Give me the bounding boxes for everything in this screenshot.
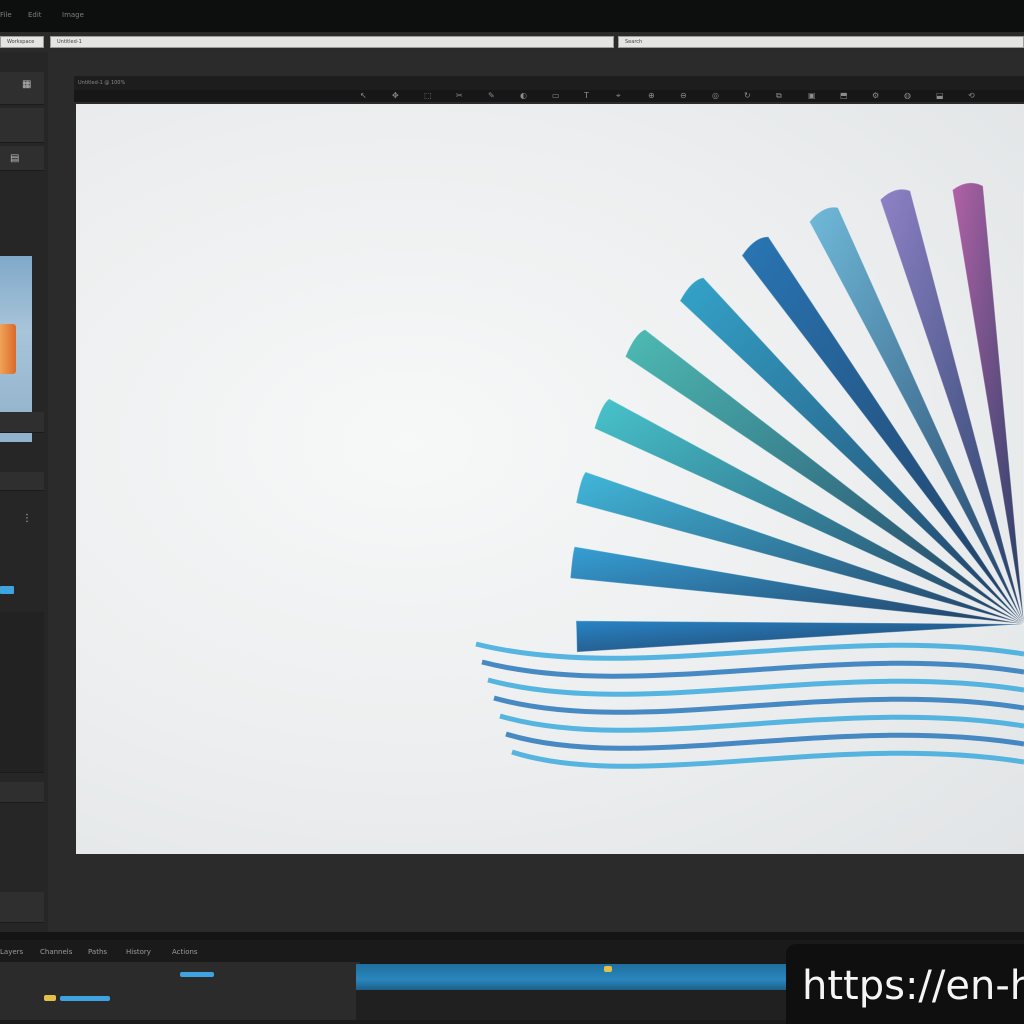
paper-edge-line	[499, 713, 1024, 733]
timeline-track[interactable]	[356, 964, 796, 990]
dock-progress	[60, 996, 110, 1001]
toolbar-tool-icon[interactable]: ⬚	[424, 91, 432, 101]
dock-tab-paths[interactable]: Paths	[88, 946, 107, 958]
menu-image[interactable]: Image	[62, 10, 84, 20]
toolbar-tool-icon[interactable]: ▣	[808, 91, 816, 101]
menu-bar: File Edit Image	[0, 0, 1024, 32]
watermark: https://en-h	[786, 944, 1024, 1024]
panel-property-row	[0, 472, 44, 491]
dock-slider[interactable]	[180, 972, 214, 977]
document-field[interactable]: Untitled-1	[50, 36, 614, 48]
paper-edge-line	[475, 641, 1024, 661]
paper-edge-line	[505, 731, 1024, 751]
panel-footer-row	[0, 782, 44, 803]
panel-property-row	[0, 412, 44, 433]
timeline-marker[interactable]	[604, 966, 612, 972]
toolbar-tool-icon[interactable]: T	[584, 91, 589, 101]
toolbar-tool-icon[interactable]: ◎	[712, 91, 719, 101]
dock-controls	[0, 962, 360, 1020]
panel-footer-row	[0, 892, 44, 923]
toolbar-tool-icon[interactable]: ⟲	[968, 91, 975, 101]
dock-tab-history[interactable]: History	[126, 946, 151, 958]
panel-empty-area	[0, 612, 44, 773]
timeline-lower	[356, 990, 796, 1020]
paper-edge-line	[481, 659, 1024, 679]
dock-tab-channels[interactable]: Channels	[40, 946, 72, 958]
image-canvas[interactable]	[76, 104, 1024, 854]
toolbar-tool-icon[interactable]: ⚙	[872, 91, 879, 101]
document-tab[interactable]: Untitled-1 @ 100%	[78, 78, 138, 88]
paper-edge-line	[511, 749, 1024, 769]
watermark-text: https://en-h	[802, 963, 1024, 1009]
toolbar-tool-icon[interactable]: ⬒	[840, 91, 848, 101]
toolbar-tool-icon[interactable]: ◐	[520, 91, 527, 101]
toolbar-tool-icon[interactable]: ↖	[360, 91, 367, 101]
toolbar-tool-icon[interactable]: ⬓	[936, 91, 944, 101]
dock-tab-layers[interactable]: Layers	[0, 946, 23, 958]
search-field[interactable]: Search	[618, 36, 1024, 48]
document-tab-strip	[74, 76, 1024, 90]
toolbar-tool-icon[interactable]: ↻	[744, 91, 751, 101]
options-bar: Workspace Untitled-1 Search	[0, 32, 1024, 52]
dock-marker	[44, 995, 56, 1001]
dock-tab-actions[interactable]: Actions	[172, 946, 198, 958]
left-panel: ▦ ▤ ⋮	[0, 52, 48, 932]
workspace-field[interactable]: Workspace	[0, 36, 44, 48]
menu-file[interactable]: File	[0, 10, 12, 20]
panel-tool-row	[0, 146, 44, 171]
thumbnail-object	[0, 324, 16, 374]
panel-list-icon[interactable]: ▤	[10, 154, 20, 164]
toolbar-tool-icon[interactable]: ✎	[488, 91, 495, 101]
menu-edit[interactable]: Edit	[28, 10, 42, 20]
fanned-paper-art	[475, 182, 1024, 769]
toolbar-tool-icon[interactable]: ◍	[904, 91, 911, 101]
toolbar-tool-icon[interactable]: ⌖	[616, 91, 621, 101]
panel-apply-button[interactable]	[0, 586, 14, 594]
tool-options-toolbar	[74, 90, 1024, 102]
toolbar-tool-icon[interactable]: ▭	[552, 91, 560, 101]
toolbar-tool-icon[interactable]: ⧉	[776, 91, 782, 101]
toolbar-tool-icon[interactable]: ✥	[392, 91, 399, 101]
toolbar-tool-icon[interactable]: ⊖	[680, 91, 687, 101]
panel-menu-icon[interactable]: ▦	[22, 80, 32, 90]
paper-edge-line	[487, 677, 1024, 697]
toolbar-tool-icon[interactable]: ✂	[456, 91, 463, 101]
panel-more-icon[interactable]: ⋮	[22, 514, 32, 524]
toolbar-tool-icon[interactable]: ⊕	[648, 91, 655, 101]
paper-edge-line	[493, 695, 1024, 715]
panel-tool-row	[0, 108, 44, 143]
